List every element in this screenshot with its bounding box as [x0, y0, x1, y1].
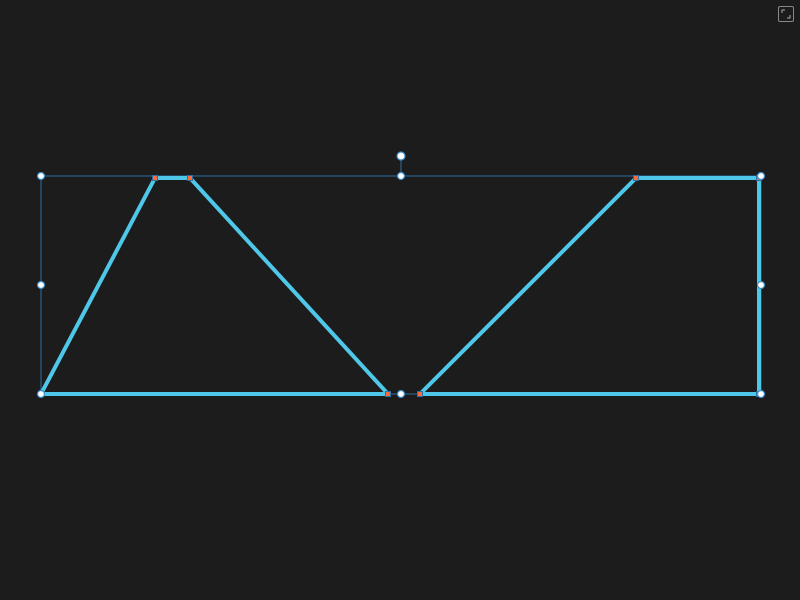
- selection-handle[interactable]: [758, 173, 765, 180]
- anchor-point[interactable]: [418, 392, 423, 397]
- anchor-point[interactable]: [634, 176, 639, 181]
- selection-handle[interactable]: [398, 173, 405, 180]
- selection-handle[interactable]: [398, 391, 405, 398]
- expand-button[interactable]: [778, 6, 794, 22]
- vector-path-1[interactable]: [41, 178, 388, 394]
- selection-handle[interactable]: [38, 391, 45, 398]
- selection-handle[interactable]: [38, 282, 45, 289]
- rotate-handle[interactable]: [397, 152, 405, 160]
- anchor-point[interactable]: [188, 176, 193, 181]
- selection-handle[interactable]: [758, 391, 765, 398]
- vector-path-2[interactable]: [420, 178, 759, 394]
- selection-bounds[interactable]: [41, 176, 761, 394]
- vector-canvas[interactable]: [0, 0, 800, 600]
- selection-handle[interactable]: [758, 282, 765, 289]
- expand-icon: [781, 9, 791, 19]
- anchor-point[interactable]: [386, 392, 391, 397]
- anchor-point[interactable]: [153, 176, 158, 181]
- selection-handle[interactable]: [38, 173, 45, 180]
